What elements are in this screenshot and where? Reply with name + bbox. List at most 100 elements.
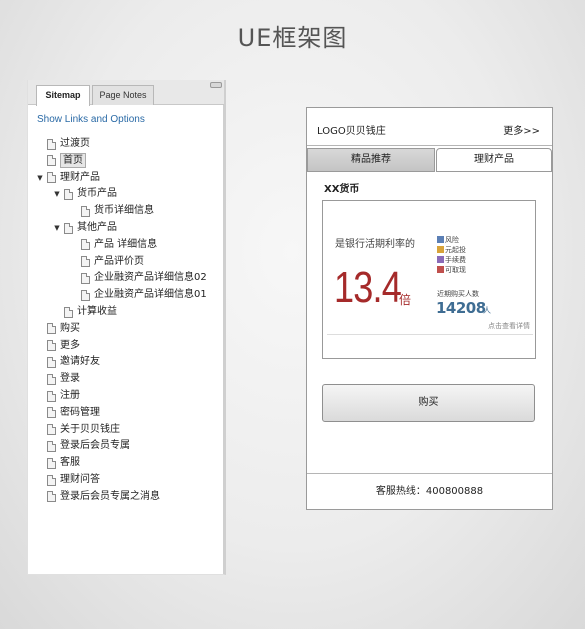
page-icon xyxy=(64,222,73,234)
page-icon xyxy=(47,407,56,419)
expand-caret-icon[interactable]: ▼ xyxy=(53,186,61,202)
sitemap-item[interactable]: 货币详细信息 xyxy=(81,203,154,219)
sitemap-tabbar: Sitemap Page Notes xyxy=(28,80,224,106)
page-icon xyxy=(47,440,56,452)
sitemap-item[interactable]: 更多 xyxy=(47,338,80,354)
sitemap-panel: Sitemap Page Notes Show Links and Option… xyxy=(27,80,226,575)
sitemap-item-label: 过渡页 xyxy=(60,138,90,149)
divider xyxy=(327,334,533,335)
feature-label: 元起投 xyxy=(445,245,466,254)
sitemap-item-label: 关于贝贝钱庄 xyxy=(60,423,120,435)
page-icon xyxy=(47,323,56,335)
product-title: XX货币 xyxy=(324,184,360,195)
sitemap-item-label: 登录后会员专属 xyxy=(60,440,130,452)
page-icon xyxy=(47,155,56,167)
collapse-icon[interactable] xyxy=(210,82,222,88)
page-icon xyxy=(81,256,90,268)
page-icon xyxy=(47,340,56,352)
sitemap-item-label: 登录后会员专属之消息 xyxy=(60,490,160,502)
sitemap-item-label: 客服 xyxy=(60,457,80,469)
more-link[interactable]: 更多>> xyxy=(503,122,540,137)
sitemap-item-label: 企业融资产品详细信息02 xyxy=(94,272,207,284)
feature-item: 风险 xyxy=(437,235,459,244)
buyers-unit: 人 xyxy=(483,306,491,315)
page-title: UE框架图 xyxy=(237,24,348,52)
feature-item: 元起投 xyxy=(437,245,466,254)
sitemap-item-label: 理财产品 xyxy=(60,171,100,183)
sitemap-item[interactable]: 计算收益 xyxy=(64,304,117,320)
rate-value: 13.4 xyxy=(334,263,402,312)
buy-button[interactable]: 购买 xyxy=(322,384,535,422)
sitemap-item[interactable]: 密码管理 xyxy=(47,405,100,421)
tab-sitemap[interactable]: Sitemap xyxy=(36,85,90,106)
tab-products[interactable]: 理财产品 xyxy=(436,148,552,172)
sitemap-item[interactable]: 关于贝贝钱庄 xyxy=(47,422,120,438)
page-icon xyxy=(47,424,56,436)
page-icon xyxy=(47,457,56,469)
show-links-link[interactable]: Show Links and Options xyxy=(37,114,145,125)
sitemap-item-label: 理财问答 xyxy=(60,474,100,485)
tab-page-notes[interactable]: Page Notes xyxy=(92,85,154,105)
page-icon xyxy=(47,474,56,486)
sitemap-item[interactable]: 过渡页 xyxy=(47,136,90,152)
buyers-label: 近期购买人数 xyxy=(437,290,479,298)
page-icon xyxy=(47,390,56,402)
page-icon xyxy=(47,356,56,368)
sitemap-item-label: 产品 详细信息 xyxy=(94,238,158,250)
sitemap-item-label: 产品评价页 xyxy=(94,255,144,267)
sitemap-item[interactable]: 首页 xyxy=(47,153,86,169)
sitemap-item-label: 其他产品 xyxy=(77,222,117,233)
page-icon xyxy=(81,289,90,301)
hotline-footer: 客服热线：400800888 xyxy=(307,473,552,509)
sitemap-item-label: 注册 xyxy=(60,390,80,401)
sitemap-item[interactable]: ▼ 理财产品 xyxy=(36,170,100,186)
phone-header: LOGO贝贝钱庄 更多>> xyxy=(307,108,552,146)
sitemap-item[interactable]: 产品 详细信息 xyxy=(81,237,157,253)
phone-mockup: LOGO贝贝钱庄 更多>> 精品推荐 理财产品 XX货币 是银行活期利率的 13… xyxy=(306,107,553,510)
sitemap-item[interactable]: ▼ 货币产品 xyxy=(53,186,117,202)
feature-icon xyxy=(437,266,444,273)
sitemap-item-label: 首页 xyxy=(60,153,86,169)
product-card[interactable]: 是银行活期利率的 13.4 倍 风险 元起投 手续费 可取现 近期购买人数 14208… xyxy=(322,200,536,359)
sitemap-item[interactable]: 注册 xyxy=(47,388,80,404)
sitemap-item-label: 登录 xyxy=(60,373,80,385)
sitemap-item-label: 货币详细信息 xyxy=(94,205,154,217)
sitemap-item[interactable]: 企业融资产品详细信息01 xyxy=(81,287,207,303)
page-icon xyxy=(64,306,73,318)
tab-featured[interactable]: 精品推荐 xyxy=(307,148,435,172)
sitemap-item-label: 购买 xyxy=(60,322,80,334)
sitemap-item[interactable]: 登录后会员专属 xyxy=(47,438,130,454)
feature-icon xyxy=(437,236,444,243)
sitemap-item[interactable]: 客服 xyxy=(47,455,80,471)
rate-label: 是银行活期利率的 xyxy=(335,239,415,250)
sitemap-item[interactable]: 登录 xyxy=(47,371,80,387)
page-icon xyxy=(81,239,90,251)
feature-label: 可取现 xyxy=(445,265,466,274)
sitemap-item[interactable]: 登录后会员专属之消息 xyxy=(47,489,160,505)
page-icon xyxy=(47,138,56,150)
sitemap-item-label: 货币产品 xyxy=(77,188,117,200)
sitemap-item[interactable]: 企业融资产品详细信息02 xyxy=(81,270,207,286)
sitemap-item-label: 密码管理 xyxy=(60,406,100,418)
expand-caret-icon[interactable]: ▼ xyxy=(53,220,61,236)
sitemap-item-label: 邀请好友 xyxy=(60,356,100,368)
detail-link[interactable]: 点击查看详情 xyxy=(488,321,530,331)
sitemap-item[interactable]: 理财问答 xyxy=(47,472,100,488)
buyers-count: 14208 xyxy=(436,299,486,317)
logo[interactable]: LOGO贝贝钱庄 xyxy=(317,122,386,137)
page-icon xyxy=(81,272,90,284)
page-icon xyxy=(47,491,56,503)
feature-label: 手续费 xyxy=(445,255,466,264)
expand-caret-icon[interactable]: ▼ xyxy=(36,170,44,186)
page-icon xyxy=(64,188,73,200)
sitemap-item[interactable]: 邀请好友 xyxy=(47,354,100,370)
page-icon xyxy=(81,205,90,217)
sitemap-item[interactable]: ▼ 其他产品 xyxy=(53,220,117,236)
page-icon xyxy=(47,172,56,184)
feature-item: 可取现 xyxy=(437,265,466,274)
sitemap-item-label: 企业融资产品详细信息01 xyxy=(94,289,207,301)
feature-label: 风险 xyxy=(445,235,459,244)
sitemap-item-label: 更多 xyxy=(60,339,80,351)
sitemap-item[interactable]: 购买 xyxy=(47,321,80,337)
sitemap-item[interactable]: 产品评价页 xyxy=(81,254,144,270)
